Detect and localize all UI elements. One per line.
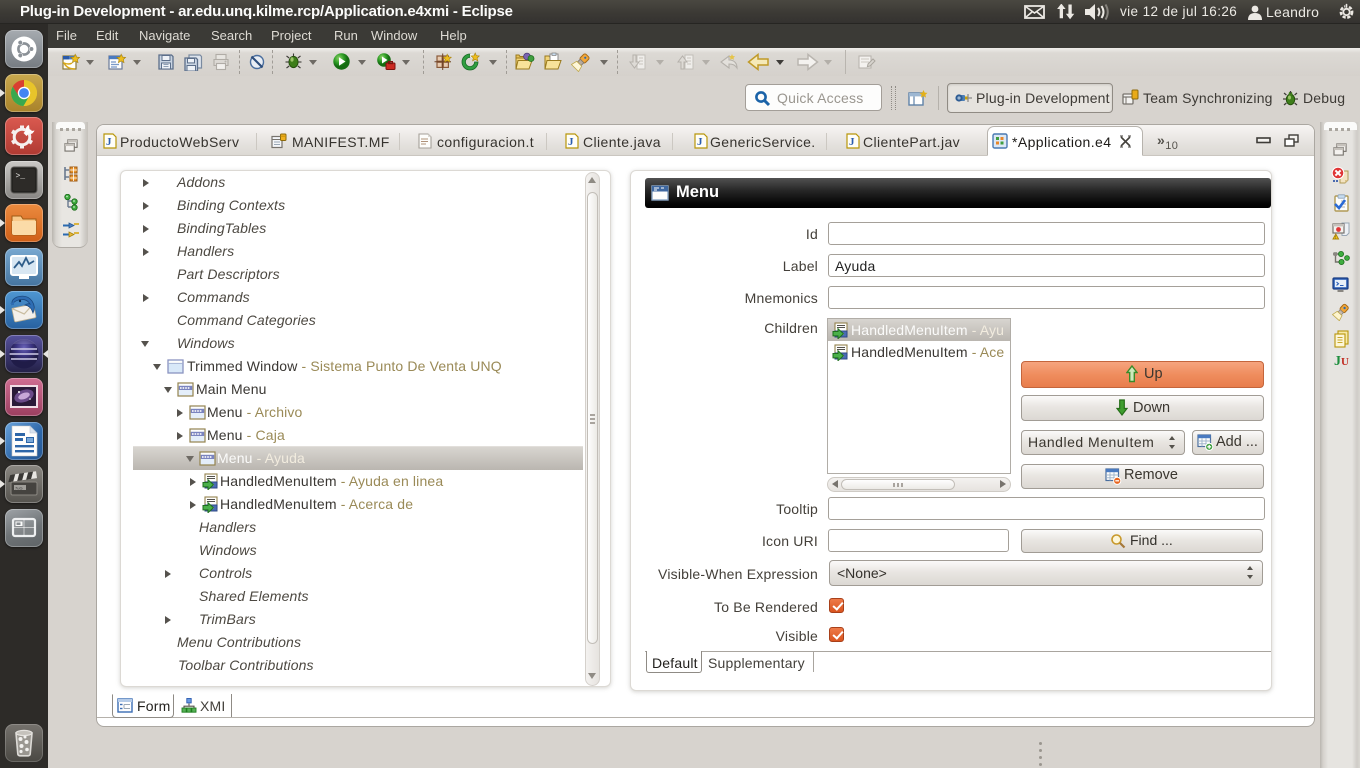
- svg-text:>_: >_: [16, 172, 26, 181]
- svg-text:7uG: 7uG: [15, 486, 23, 491]
- svg-text:J: J: [697, 136, 703, 148]
- svg-text:!: !: [1335, 235, 1336, 240]
- svg-text:J: J: [849, 136, 855, 148]
- svg-text:J: J: [568, 136, 574, 148]
- svg-text:J: J: [106, 136, 112, 148]
